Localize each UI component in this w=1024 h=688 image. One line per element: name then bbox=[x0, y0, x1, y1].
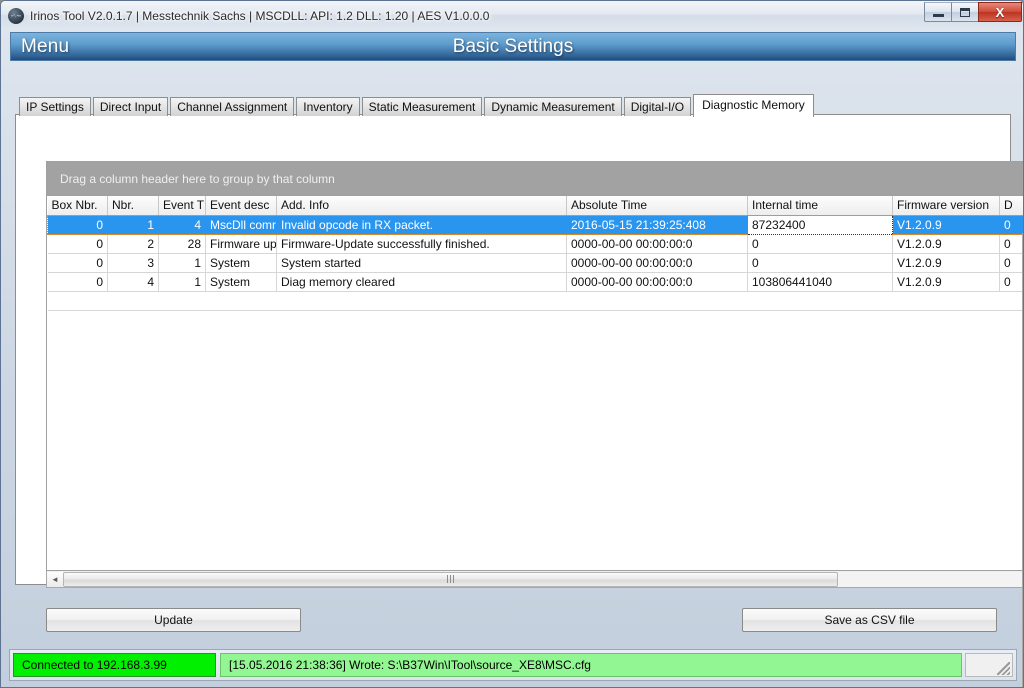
cell-box-nbr[interactable]: 0 bbox=[47, 253, 108, 273]
cell-empty bbox=[47, 291, 1023, 311]
tab-channel-assignment[interactable]: Channel Assignment bbox=[170, 97, 295, 116]
cell-event-desc[interactable]: System bbox=[205, 253, 277, 273]
table-row[interactable]: 0 3 1 System System started 0000-00-00 0… bbox=[47, 253, 1023, 273]
col-header-event-desc[interactable]: Event desc bbox=[205, 196, 277, 216]
scroll-thumb[interactable] bbox=[63, 571, 838, 587]
minimize-button[interactable] bbox=[924, 2, 952, 22]
cell-internal-time[interactable]: 87232400 bbox=[747, 214, 893, 235]
minimize-icon bbox=[932, 14, 944, 17]
cell-event-type[interactable]: 28 bbox=[158, 234, 206, 254]
table-row[interactable]: 0 4 1 System Diag memory cleared 0000-00… bbox=[47, 272, 1023, 292]
col-header-nbr[interactable]: Nbr. bbox=[107, 196, 159, 216]
cell-firmware-version[interactable]: V1.2.0.9 bbox=[892, 253, 1000, 273]
tab-dynamic-measurement[interactable]: Dynamic Measurement bbox=[484, 97, 622, 116]
diagnostic-memory-grid: Drag a column header here to group by th… bbox=[46, 161, 1023, 571]
cell-add-info[interactable]: Diag memory cleared bbox=[276, 272, 567, 292]
cell-add-info[interactable]: System started bbox=[276, 253, 567, 273]
table-row[interactable]: 0 2 28 Firmware uр Firmware-Update succe… bbox=[47, 234, 1023, 254]
cell-d[interactable]: 0 bbox=[999, 214, 1023, 235]
col-header-add-info[interactable]: Add. Info bbox=[276, 196, 567, 216]
cell-internal-time[interactable]: 0 bbox=[747, 253, 893, 273]
cell-event-desc[interactable]: System bbox=[205, 272, 277, 292]
col-header-absolute-time[interactable]: Absolute Time bbox=[566, 196, 748, 216]
maximize-button[interactable] bbox=[951, 2, 979, 22]
cell-box-nbr[interactable]: 0 bbox=[47, 234, 108, 254]
cell-box-nbr[interactable]: 0 bbox=[47, 272, 108, 292]
cell-event-type[interactable]: 1 bbox=[158, 272, 206, 292]
scroll-thumb-grip-icon bbox=[447, 575, 454, 583]
diagnostic-table: Box Nbr. Nbr. Event T Event desc Add. In… bbox=[47, 196, 1023, 311]
cell-event-type[interactable]: 4 bbox=[158, 214, 206, 235]
tab-diagnostic-memory[interactable]: Diagnostic Memory bbox=[693, 94, 814, 117]
cell-firmware-version[interactable]: V1.2.0.9 bbox=[892, 272, 1000, 292]
table-header-row: Box Nbr. Nbr. Event T Event desc Add. In… bbox=[47, 196, 1023, 216]
status-spacer bbox=[965, 653, 1013, 677]
tab-static-measurement[interactable]: Static Measurement bbox=[361, 97, 483, 116]
page-title: Basic Settings bbox=[452, 35, 574, 57]
tab-control: IP Settings Direct Input Channel Assignm… bbox=[15, 93, 1023, 687]
resize-grip-icon[interactable] bbox=[997, 662, 1010, 675]
cell-internal-time[interactable]: 103806441040 bbox=[747, 272, 893, 292]
cell-firmware-version[interactable]: V1.2.0.9 bbox=[892, 214, 1000, 235]
col-header-d[interactable]: D bbox=[999, 196, 1023, 216]
cell-absolute-time[interactable]: 0000-00-00 00:00:00:0 bbox=[566, 253, 748, 273]
table-empty-row bbox=[47, 291, 1023, 311]
cell-add-info[interactable]: Firmware-Update successfully finished. bbox=[276, 234, 567, 254]
cell-absolute-time[interactable]: 0000-00-00 00:00:00:0 bbox=[566, 234, 748, 254]
col-header-box-nbr[interactable]: Box Nbr. bbox=[47, 196, 108, 216]
col-header-internal-time[interactable]: Internal time bbox=[747, 196, 893, 216]
cell-event-desc[interactable]: Firmware uр bbox=[205, 234, 277, 254]
window-title: Irinos Tool V2.0.1.7 | Messtechnik Sachs… bbox=[30, 8, 490, 23]
close-icon: X bbox=[995, 4, 1005, 20]
group-by-panel[interactable]: Drag a column header here to group by th… bbox=[47, 162, 1023, 196]
cell-add-info[interactable]: Invalid opcode in RX packet. bbox=[276, 214, 567, 235]
tab-page-diagnostic-memory: Drag a column header here to group by th… bbox=[15, 114, 1023, 687]
tab-inventory[interactable]: Inventory bbox=[296, 97, 360, 116]
connection-status: Connected to 192.168.3.99 bbox=[13, 653, 216, 677]
cell-box-nbr[interactable]: 0 bbox=[47, 214, 108, 235]
cell-firmware-version[interactable]: V1.2.0.9 bbox=[892, 234, 1000, 254]
cell-d[interactable]: 0 bbox=[999, 272, 1023, 292]
grid-horizontal-scrollbar[interactable]: ◄ ► bbox=[46, 571, 1023, 588]
cell-nbr[interactable]: 4 bbox=[107, 272, 159, 292]
cell-internal-time[interactable]: 0 bbox=[747, 234, 893, 254]
cell-d[interactable]: 0 bbox=[999, 234, 1023, 254]
tab-strip: IP Settings Direct Input Channel Assignm… bbox=[15, 93, 1011, 117]
scroll-left-arrow-icon[interactable]: ◄ bbox=[47, 571, 63, 587]
maximize-icon bbox=[960, 7, 970, 17]
tab-ip-settings[interactable]: IP Settings bbox=[19, 97, 91, 116]
cell-d[interactable]: 0 bbox=[999, 253, 1023, 273]
cell-nbr[interactable]: 2 bbox=[107, 234, 159, 254]
cell-event-desc[interactable]: MscDll comr bbox=[205, 214, 277, 235]
grid-scroll-area: Box Nbr. Nbr. Event T Event desc Add. In… bbox=[47, 196, 1023, 311]
update-button[interactable]: Update bbox=[46, 608, 301, 632]
col-header-firmware-version[interactable]: Firmware version bbox=[892, 196, 1000, 216]
cell-absolute-time[interactable]: 2016-05-15 21:39:25:408 bbox=[566, 214, 748, 235]
save-as-csv-button[interactable]: Save as CSV file bbox=[742, 608, 997, 632]
window-controls: X bbox=[924, 2, 1022, 22]
cell-event-type[interactable]: 1 bbox=[158, 253, 206, 273]
cell-nbr[interactable]: 1 bbox=[107, 214, 159, 235]
cell-nbr[interactable]: 3 bbox=[107, 253, 159, 273]
application-window: Irinos Tool V2.0.1.7 | Messtechnik Sachs… bbox=[0, 0, 1024, 688]
cell-absolute-time[interactable]: 0000-00-00 00:00:00:0 bbox=[566, 272, 748, 292]
col-header-event-type[interactable]: Event T bbox=[158, 196, 206, 216]
tab-direct-input[interactable]: Direct Input bbox=[92, 97, 169, 116]
title-bar: Irinos Tool V2.0.1.7 | Messtechnik Sachs… bbox=[1, 1, 1023, 30]
menu-button[interactable]: Menu bbox=[21, 36, 69, 58]
tab-digital-io[interactable]: Digital-I/O bbox=[623, 97, 692, 116]
status-message: [15.05.2016 21:38:36] Wrote: S:\B37Win\I… bbox=[220, 653, 962, 677]
page-header: Menu Basic Settings bbox=[10, 32, 1016, 61]
close-button[interactable]: X bbox=[978, 2, 1022, 22]
app-icon bbox=[8, 7, 24, 24]
status-bar: Connected to 192.168.3.99 [15.05.2016 21… bbox=[9, 649, 1017, 681]
table-row[interactable]: 0 1 4 MscDll comr Invalid opcode in RX p… bbox=[47, 214, 1023, 235]
scroll-track[interactable] bbox=[63, 571, 1023, 587]
